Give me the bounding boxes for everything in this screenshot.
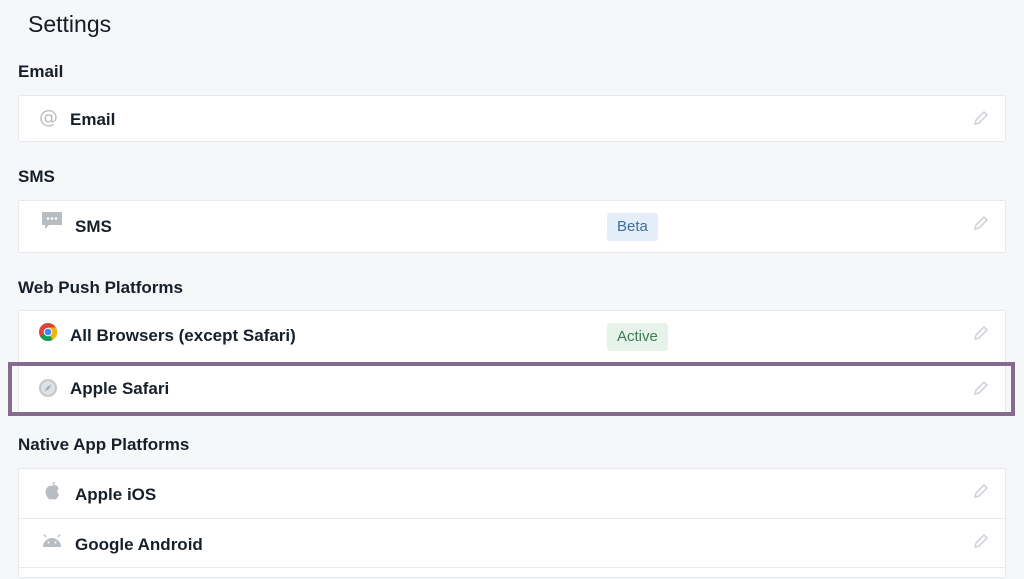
svg-text:@: @ <box>39 107 58 127</box>
row-label-apple-ios: Apple iOS <box>75 485 157 504</box>
row-label-google-android: Google Android <box>75 535 203 554</box>
pencil-icon[interactable] <box>971 378 991 398</box>
at-icon: @ <box>37 106 59 128</box>
settings-row-apple-safari[interactable]: Apple Safari <box>19 363 1005 415</box>
native-app-card: Apple iOS Google Android <box>18 468 1006 578</box>
sms-card: SMS Beta <box>18 200 1006 253</box>
android-icon <box>41 530 63 552</box>
pencil-icon[interactable] <box>971 108 991 128</box>
section-title-web-push: Web Push Platforms <box>18 278 183 297</box>
active-badge: Active <box>607 323 668 351</box>
settings-row-partial <box>19 567 1005 579</box>
pencil-icon[interactable] <box>971 213 991 233</box>
row-label-sms: SMS <box>75 217 112 236</box>
web-push-card: All Browsers (except Safari) Active Appl… <box>18 310 1006 414</box>
section-title-email: Email <box>18 62 64 81</box>
settings-row-sms[interactable]: SMS Beta <box>19 201 1005 253</box>
page-title: Settings <box>28 11 112 37</box>
compass-icon <box>37 377 59 399</box>
settings-row-all-browsers[interactable]: All Browsers (except Safari) Active <box>19 311 1005 363</box>
pencil-icon[interactable] <box>971 481 991 501</box>
settings-row-google-android[interactable]: Google Android <box>19 518 1005 567</box>
row-label-apple-safari: Apple Safari <box>70 379 170 398</box>
chrome-icon <box>37 321 59 343</box>
pencil-icon[interactable] <box>971 531 991 551</box>
settings-row-apple-ios[interactable]: Apple iOS <box>19 469 1005 518</box>
message-icon <box>41 210 63 232</box>
settings-row-email[interactable]: @ Email <box>19 96 1005 142</box>
row-label-email: Email <box>70 110 116 129</box>
section-title-sms: SMS <box>18 167 55 186</box>
section-title-native-app: Native App Platforms <box>18 435 190 454</box>
beta-badge: Beta <box>607 213 658 241</box>
apple-icon <box>41 480 63 502</box>
row-label-all-browsers: All Browsers (except Safari) <box>70 326 296 345</box>
email-card: @ Email <box>18 95 1006 142</box>
pencil-icon[interactable] <box>971 323 991 343</box>
